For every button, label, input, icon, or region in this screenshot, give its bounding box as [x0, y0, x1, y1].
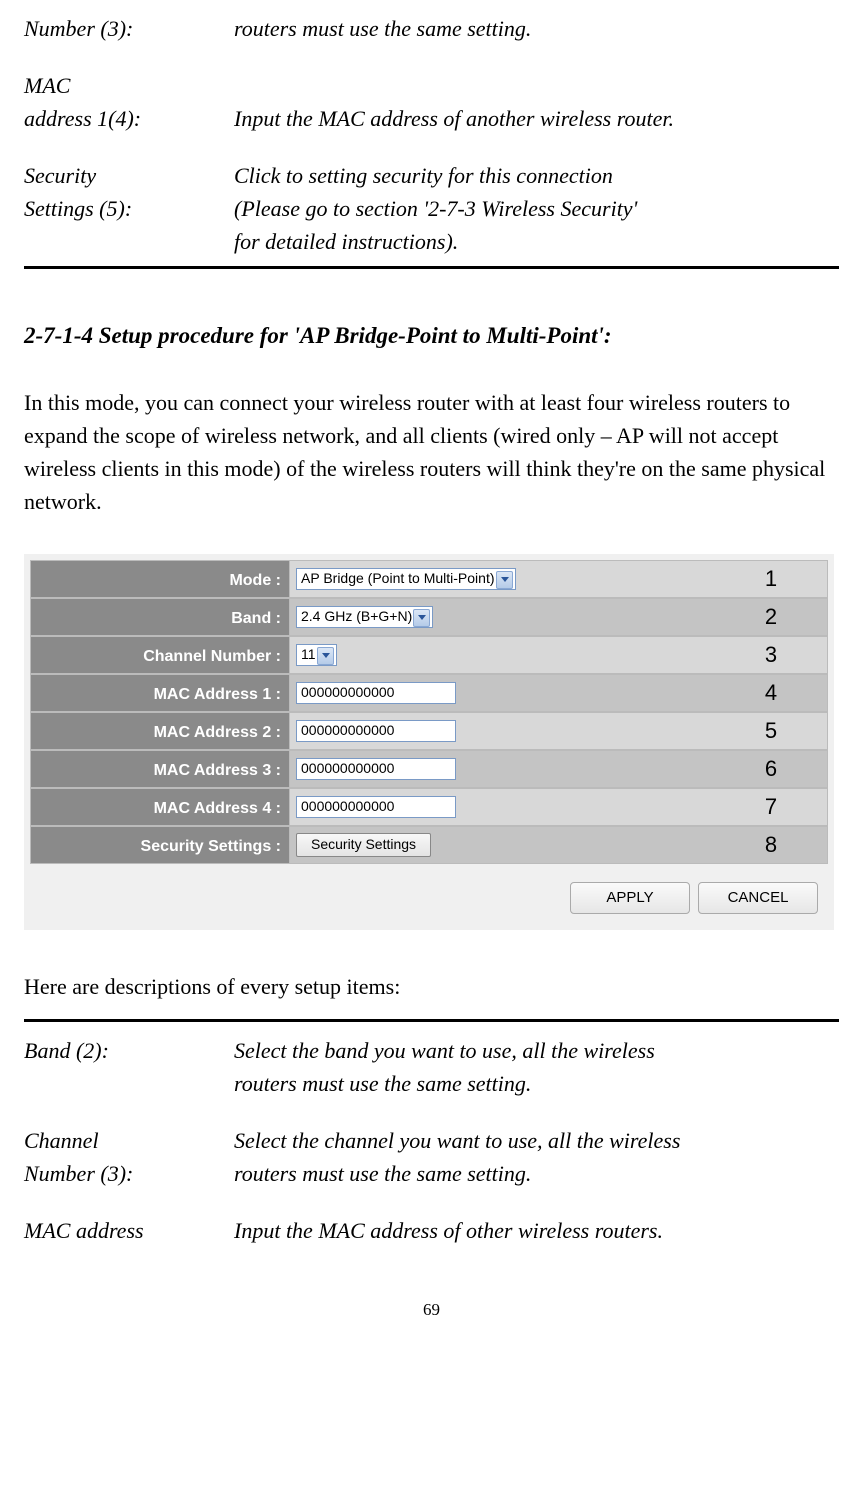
top-definitions: Number (3): routers must use the same se…	[24, 12, 839, 258]
def-row: MAC	[24, 69, 839, 102]
annotation-number: 2	[721, 600, 821, 633]
def-row: Number (3): routers must use the same se…	[24, 1157, 839, 1190]
def-label: Number (3):	[24, 1157, 234, 1190]
figure-row: MAC Address 2 : 000000000000 5	[30, 712, 828, 750]
body-paragraph: In this mode, you can connect your wirel…	[24, 386, 839, 518]
settings-figure: Mode :AP Bridge (Point to Multi-Point)1B…	[24, 554, 834, 931]
def-label: Number (3):	[24, 12, 234, 45]
figure-row-label: Band :	[30, 598, 290, 636]
apply-button[interactable]: APPLY	[570, 882, 690, 915]
figure-row-label: Security Settings :	[30, 826, 290, 864]
chevron-down-icon	[418, 615, 426, 620]
figure-row-label: MAC Address 3 :	[30, 750, 290, 788]
def-label: Security	[24, 159, 234, 192]
def-value: Input the MAC address of other wireless …	[234, 1214, 839, 1247]
def-label: Channel	[24, 1124, 234, 1157]
annotation-number: 4	[721, 676, 821, 709]
mac-input-2[interactable]: 000000000000	[296, 720, 456, 742]
mac-input-4[interactable]: 000000000000	[296, 796, 456, 818]
cancel-button[interactable]: CANCEL	[698, 882, 818, 915]
figure-row-label: MAC Address 1 :	[30, 674, 290, 712]
chevron-down-icon	[501, 577, 509, 582]
figure-footer: APPLY CANCEL	[30, 864, 828, 915]
figure-row: MAC Address 4 : 000000000000 7	[30, 788, 828, 826]
figure-row: Mode : AP Bridge (Point to Multi-Point) 1	[30, 560, 828, 598]
figure-row-value: 2.4 GHz (B+G+N) 2	[290, 598, 828, 636]
divider	[24, 266, 839, 269]
figure-row: MAC Address 1 : 000000000000 4	[30, 674, 828, 712]
def-row: MAC address Input the MAC address of oth…	[24, 1214, 839, 1247]
def-row: routers must use the same setting.	[24, 1067, 839, 1100]
chevron-down-icon	[322, 653, 330, 658]
figure-row-label: Channel Number :	[30, 636, 290, 674]
def-label: MAC address	[24, 1214, 234, 1247]
def-row: Number (3): routers must use the same se…	[24, 12, 839, 45]
def-value: routers must use the same setting.	[234, 12, 839, 45]
annotation-number: 1	[721, 562, 821, 595]
figure-row: MAC Address 3 : 000000000000 6	[30, 750, 828, 788]
def-row: address 1(4): Input the MAC address of a…	[24, 102, 839, 135]
select-1[interactable]: AP Bridge (Point to Multi-Point)	[296, 568, 516, 590]
annotation-number: 5	[721, 714, 821, 747]
figure-row-value: AP Bridge (Point to Multi-Point) 1	[290, 560, 828, 598]
def-value: Select the channel you want to use, all …	[234, 1124, 839, 1157]
figure-row-value: 000000000000 6	[290, 750, 828, 788]
def-value: (Please go to section '2-7-3 Wireless Se…	[234, 192, 839, 225]
figure-row-label: MAC Address 4 :	[30, 788, 290, 826]
select-3[interactable]: 11	[296, 644, 337, 666]
figure-row: Security Settings :Security Settings 8	[30, 826, 828, 864]
security-settings-button[interactable]: Security Settings	[296, 833, 431, 857]
mac-input-1[interactable]: 000000000000	[296, 682, 456, 704]
def-row: Settings (5): (Please go to section '2-7…	[24, 192, 839, 225]
def-value: for detailed instructions).	[234, 225, 839, 258]
figure-row: Channel Number : 11 3	[30, 636, 828, 674]
figure-row-value: 000000000000 5	[290, 712, 828, 750]
def-value: Click to setting security for this conne…	[234, 159, 839, 192]
annotation-number: 6	[721, 752, 821, 785]
figure-row-label: MAC Address 2 :	[30, 712, 290, 750]
figure-row-value: 000000000000 7	[290, 788, 828, 826]
figure-row-value: 000000000000 4	[290, 674, 828, 712]
figure-row-value: Security Settings 8	[290, 826, 828, 864]
def-label: address 1(4):	[24, 102, 234, 135]
figure-row-value: 11 3	[290, 636, 828, 674]
divider	[24, 1019, 839, 1022]
mac-input-3[interactable]: 000000000000	[296, 758, 456, 780]
def-row: for detailed instructions).	[24, 225, 839, 258]
bottom-definitions: Band (2): Select the band you want to us…	[24, 1034, 839, 1247]
descriptions-intro: Here are descriptions of every setup ite…	[24, 970, 839, 1003]
section-heading: 2-7-1-4 Setup procedure for 'AP Bridge-P…	[24, 319, 839, 354]
def-row: Channel Select the channel you want to u…	[24, 1124, 839, 1157]
def-value: Input the MAC address of another wireles…	[234, 102, 839, 135]
figure-row-label: Mode :	[30, 560, 290, 598]
def-row: Band (2): Select the band you want to us…	[24, 1034, 839, 1067]
def-value: routers must use the same setting.	[234, 1067, 839, 1100]
figure-row: Band : 2.4 GHz (B+G+N) 2	[30, 598, 828, 636]
def-label: MAC	[24, 69, 234, 102]
def-value: routers must use the same setting.	[234, 1157, 839, 1190]
def-label: Band (2):	[24, 1034, 234, 1067]
page-number: 69	[24, 1297, 839, 1323]
annotation-number: 7	[721, 790, 821, 823]
annotation-number: 8	[721, 828, 821, 861]
def-value: Select the band you want to use, all the…	[234, 1034, 839, 1067]
def-label: Settings (5):	[24, 192, 234, 225]
def-row: Security Click to setting security for t…	[24, 159, 839, 192]
annotation-number: 3	[721, 638, 821, 671]
select-2[interactable]: 2.4 GHz (B+G+N)	[296, 606, 433, 628]
